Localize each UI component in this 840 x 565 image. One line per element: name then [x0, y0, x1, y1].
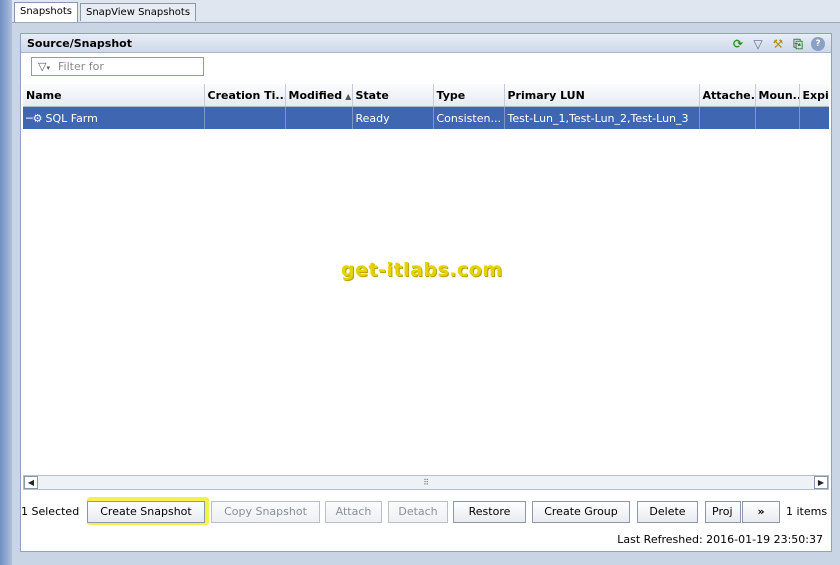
cell-attached — [699, 106, 756, 129]
scroll-right-icon[interactable]: ▶ — [814, 476, 828, 489]
filter-input[interactable] — [56, 59, 200, 74]
create-snapshot-button[interactable]: Create Snapshot — [87, 501, 205, 523]
column-header-type[interactable]: Type — [433, 84, 505, 107]
cell-modified — [285, 106, 353, 129]
help-icon[interactable]: ? — [811, 36, 825, 51]
table-header-row: Name Creation Ti... Modified ▲ State Type… — [23, 84, 829, 107]
filter-dropdown-icon[interactable]: ▽▾ — [32, 58, 56, 75]
column-header-attached[interactable]: Attache... — [699, 84, 756, 107]
sort-ascending-icon: ▲ — [345, 91, 352, 101]
cell-mounted — [755, 106, 800, 129]
cell-creation-time — [204, 106, 286, 129]
properties-button[interactable]: Proj — [705, 501, 741, 523]
cell-state: Ready — [352, 106, 434, 129]
refresh-icon[interactable]: ⟳ — [731, 37, 745, 51]
column-header-primary-lun[interactable]: Primary LUN — [504, 84, 700, 107]
consistency-group-icon: ─⚙ — [26, 111, 43, 125]
restore-button[interactable]: Restore — [453, 501, 526, 523]
action-bar: 1 Selected Create Snapshot Copy Snapshot… — [21, 497, 833, 525]
last-refreshed: Last Refreshed: 2016-01-19 23:50:37 — [617, 533, 823, 546]
more-actions-button[interactable]: » — [742, 501, 780, 523]
item-count: 1 items — [786, 505, 828, 518]
horizontal-scrollbar[interactable]: ◀ ⠿ ▶ — [23, 475, 829, 490]
filter-icon[interactable]: ▽ — [751, 37, 765, 51]
scroll-thumb[interactable]: ⠿ — [40, 477, 812, 488]
filter-box: ▽▾ — [31, 57, 204, 76]
cell-name: ─⚙ SQL Farm — [23, 106, 205, 129]
tab-snapshots[interactable]: Snapshots — [14, 2, 78, 22]
column-header-expires[interactable]: Expi — [799, 84, 829, 107]
detach-button[interactable]: Detach — [388, 501, 448, 523]
cell-type: Consisten... — [433, 106, 505, 129]
snapshot-panel: Source/Snapshot ⟳ ▽ ⚒ ⎘ ? ▽▾ Name Creati… — [20, 33, 832, 552]
panel-title: Source/Snapshot — [27, 37, 132, 50]
export-icon[interactable]: ⎘ — [791, 37, 805, 51]
column-header-name[interactable]: Name — [23, 84, 205, 107]
tab-bar: Snapshots SnapView Snapshots — [12, 0, 840, 23]
attach-button[interactable]: Attach — [325, 501, 382, 523]
cell-expires — [799, 106, 829, 129]
delete-button[interactable]: Delete — [637, 501, 698, 523]
column-header-mounted[interactable]: Moun... — [755, 84, 800, 107]
table-row[interactable]: ─⚙ SQL Farm Ready Consisten... Test-Lun_1… — [23, 106, 829, 129]
column-header-state[interactable]: State — [352, 84, 434, 107]
scroll-left-icon[interactable]: ◀ — [24, 476, 38, 489]
column-header-modified[interactable]: Modified ▲ — [285, 84, 353, 107]
selected-count: 1 Selected — [21, 505, 80, 518]
left-window-edge — [0, 0, 12, 565]
tab-snapview-snapshots[interactable]: SnapView Snapshots — [80, 3, 197, 21]
panel-header: Source/Snapshot ⟳ ▽ ⚒ ⎘ ? — [21, 34, 831, 53]
tools-icon[interactable]: ⚒ — [771, 37, 785, 51]
cell-primary-lun: Test-Lun_1,Test-Lun_2,Test-Lun_3 — [504, 106, 700, 129]
watermark: get-itlabs.com — [341, 259, 503, 281]
column-header-creation-time[interactable]: Creation Ti... — [204, 84, 286, 107]
create-group-button[interactable]: Create Group — [532, 501, 630, 523]
header-toolbar: ⟳ ▽ ⚒ ⎘ ? — [731, 36, 825, 51]
copy-snapshot-button[interactable]: Copy Snapshot — [211, 501, 320, 523]
